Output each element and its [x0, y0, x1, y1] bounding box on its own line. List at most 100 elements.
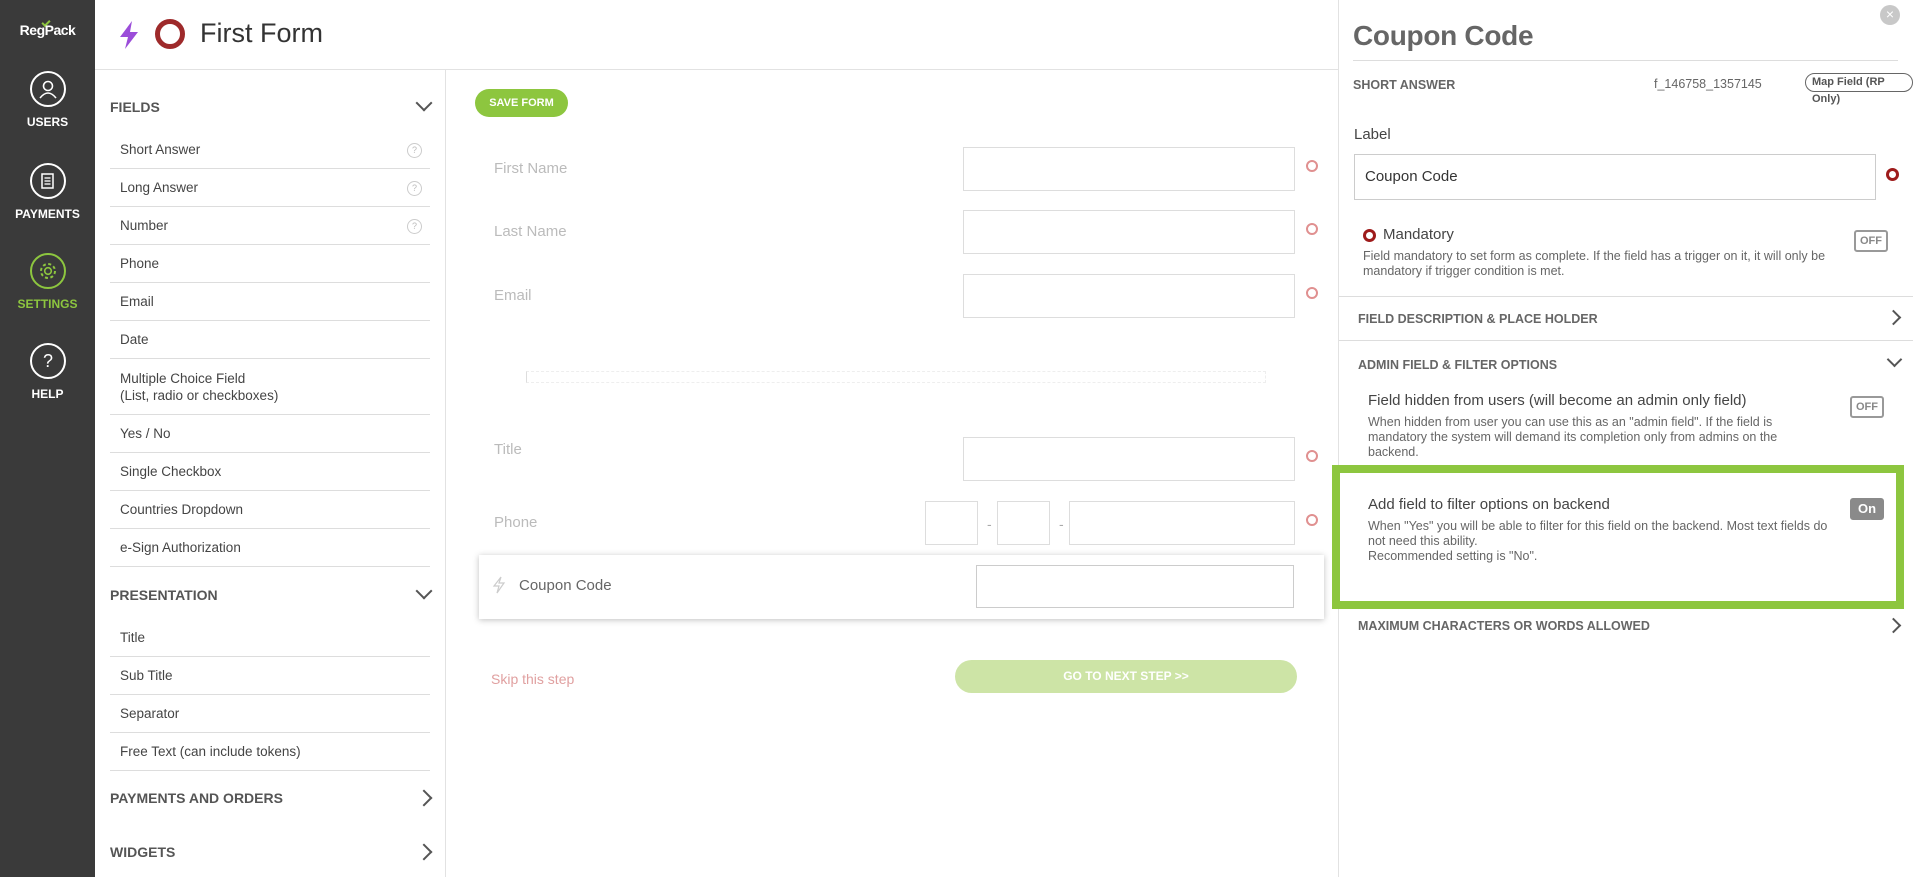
required-icon: [1306, 450, 1318, 462]
help-icon[interactable]: ?: [407, 143, 422, 158]
field-number[interactable]: Number?: [110, 207, 430, 245]
field-id: f_146758_1357145: [1654, 77, 1762, 91]
field-email[interactable]: Email: [110, 283, 430, 321]
nav-users[interactable]: USERS: [0, 71, 95, 129]
coupon-code-label: Coupon Code: [519, 577, 612, 594]
help-icon[interactable]: ?: [407, 181, 422, 196]
field-esign[interactable]: e-Sign Authorization: [110, 529, 430, 567]
phone-dash: -: [987, 516, 992, 532]
nav-help-label: HELP: [31, 387, 64, 401]
required-icon: [1306, 160, 1318, 172]
presentation-title[interactable]: Title: [110, 619, 430, 657]
hidden-field-description: When hidden from user you can use this a…: [1368, 415, 1778, 459]
title-divider: [1353, 60, 1898, 61]
label-input[interactable]: Coupon Code: [1354, 154, 1876, 200]
field-yes-no[interactable]: Yes / No: [110, 415, 430, 453]
nav-settings[interactable]: SETTINGS: [0, 253, 95, 311]
field-single-checkbox[interactable]: Single Checkbox: [110, 453, 430, 491]
separator-line: [526, 371, 1266, 383]
field-countries-dropdown[interactable]: Countries Dropdown: [110, 491, 430, 529]
fields-heading: FIELDS: [110, 99, 160, 115]
nav-settings-label: SETTINGS: [17, 297, 78, 311]
map-field-button[interactable]: Map Field (RP Only): [1805, 73, 1913, 105]
gear-icon: [29, 253, 66, 289]
field-settings-panel: × Coupon Code SHORT ANSWER f_146758_1357…: [1338, 0, 1913, 877]
presentation-heading: PRESENTATION: [110, 587, 218, 603]
mandatory-icon: [1363, 229, 1376, 242]
last-name-label: Last Name: [494, 223, 567, 240]
admin-options-section[interactable]: ADMIN FIELD & FILTER OPTIONS: [1339, 340, 1913, 384]
label-heading: Label: [1354, 126, 1391, 143]
coupon-code-input[interactable]: [976, 565, 1294, 608]
save-form-button[interactable]: SAVE FORM: [475, 89, 568, 117]
hidden-field-toggle[interactable]: OFF: [1850, 396, 1884, 418]
field-date[interactable]: Date: [110, 321, 430, 359]
chevron-right-icon[interactable]: [1885, 617, 1902, 634]
form-header: First Form: [95, 0, 1338, 70]
close-icon[interactable]: ×: [1880, 5, 1900, 25]
fields-section-header[interactable]: FIELDS: [110, 94, 433, 115]
nav-help[interactable]: ? HELP: [0, 343, 95, 401]
user-icon: [29, 71, 66, 107]
logo[interactable]: RegPack: [0, 22, 95, 38]
help-icon[interactable]: ?: [407, 219, 422, 234]
payments-section-header[interactable]: PAYMENTS AND ORDERS: [110, 789, 433, 807]
chevron-right-icon[interactable]: [415, 843, 433, 861]
presentation-section-header[interactable]: PRESENTATION: [110, 582, 433, 603]
widgets-heading: WIDGETS: [110, 844, 176, 860]
first-name-label: First Name: [494, 160, 568, 177]
nav-users-label: USERS: [26, 115, 69, 129]
mandatory-description: Field mandatory to set form as complete.…: [1363, 249, 1826, 278]
title-input[interactable]: [963, 437, 1295, 481]
chevron-down-icon[interactable]: [415, 582, 433, 600]
nav-payments-label: PAYMENTS: [15, 207, 80, 221]
page-title[interactable]: First Form: [200, 18, 323, 49]
field-description-section[interactable]: FIELD DESCRIPTION & PLACE HOLDER: [1339, 296, 1913, 340]
widgets-section-header[interactable]: WIDGETS: [110, 843, 433, 861]
phone-label: Phone: [494, 514, 538, 531]
receipt-icon: [29, 163, 66, 199]
first-name-input[interactable]: [963, 147, 1295, 191]
chevron-down-icon[interactable]: [415, 94, 433, 112]
max-characters-section[interactable]: MAXIMUM CHARACTERS OR WORDS ALLOWED: [1339, 609, 1913, 653]
chevron-right-icon[interactable]: [415, 789, 433, 807]
admin-options-heading: ADMIN FIELD & FILTER OPTIONS: [1358, 358, 1558, 372]
email-input[interactable]: [963, 274, 1295, 318]
max-characters-heading: MAXIMUM CHARACTERS OR WORDS ALLOWED: [1358, 619, 1650, 633]
fields-panel: FIELDS Short Answer? Long Answer? Number…: [95, 70, 446, 877]
chevron-down-icon[interactable]: [1886, 351, 1903, 368]
skip-step-link[interactable]: Skip this step: [491, 671, 574, 687]
field-settings-title: Coupon Code: [1353, 20, 1534, 51]
phone-prefix-input[interactable]: [997, 501, 1050, 545]
presentation-free-text[interactable]: Free Text (can include tokens): [110, 733, 430, 771]
left-nav: RegPack USERS PAYMENTS SETTINGS ? HELP: [0, 0, 95, 877]
field-long-answer[interactable]: Long Answer?: [110, 169, 430, 207]
required-icon: [1886, 168, 1899, 181]
svg-text:?: ?: [42, 351, 52, 371]
nav-payments[interactable]: PAYMENTS: [0, 163, 95, 221]
presentation-separator[interactable]: Separator: [110, 695, 430, 733]
question-icon: ?: [29, 343, 66, 379]
chevron-right-icon[interactable]: [1885, 309, 1902, 326]
email-label: Email: [494, 287, 532, 304]
required-icon: [1306, 514, 1318, 526]
required-icon: [1306, 223, 1318, 235]
next-step-button[interactable]: GO TO NEXT STEP >>: [955, 660, 1297, 693]
form-status-icon[interactable]: [155, 19, 185, 49]
presentation-sub-title[interactable]: Sub Title: [110, 657, 430, 695]
field-type: SHORT ANSWER: [1353, 78, 1456, 92]
field-multiple-choice[interactable]: Multiple Choice Field (List, radio or che…: [110, 359, 430, 415]
coupon-code-field-selected[interactable]: Coupon Code: [479, 555, 1324, 619]
phone-area-input[interactable]: [925, 501, 978, 545]
required-icon: [1306, 287, 1318, 299]
mandatory-toggle[interactable]: OFF: [1854, 230, 1888, 252]
highlight-box: [1332, 465, 1904, 609]
field-description-heading: FIELD DESCRIPTION & PLACE HOLDER: [1358, 312, 1598, 326]
hidden-field-title: Field hidden from users (will become an …: [1368, 392, 1747, 409]
field-short-answer[interactable]: Short Answer?: [110, 131, 430, 169]
field-phone[interactable]: Phone: [110, 245, 430, 283]
phone-dash: -: [1059, 516, 1064, 532]
phone-line-input[interactable]: [1069, 501, 1295, 545]
last-name-input[interactable]: [963, 210, 1295, 254]
bolt-icon[interactable]: [117, 20, 141, 55]
